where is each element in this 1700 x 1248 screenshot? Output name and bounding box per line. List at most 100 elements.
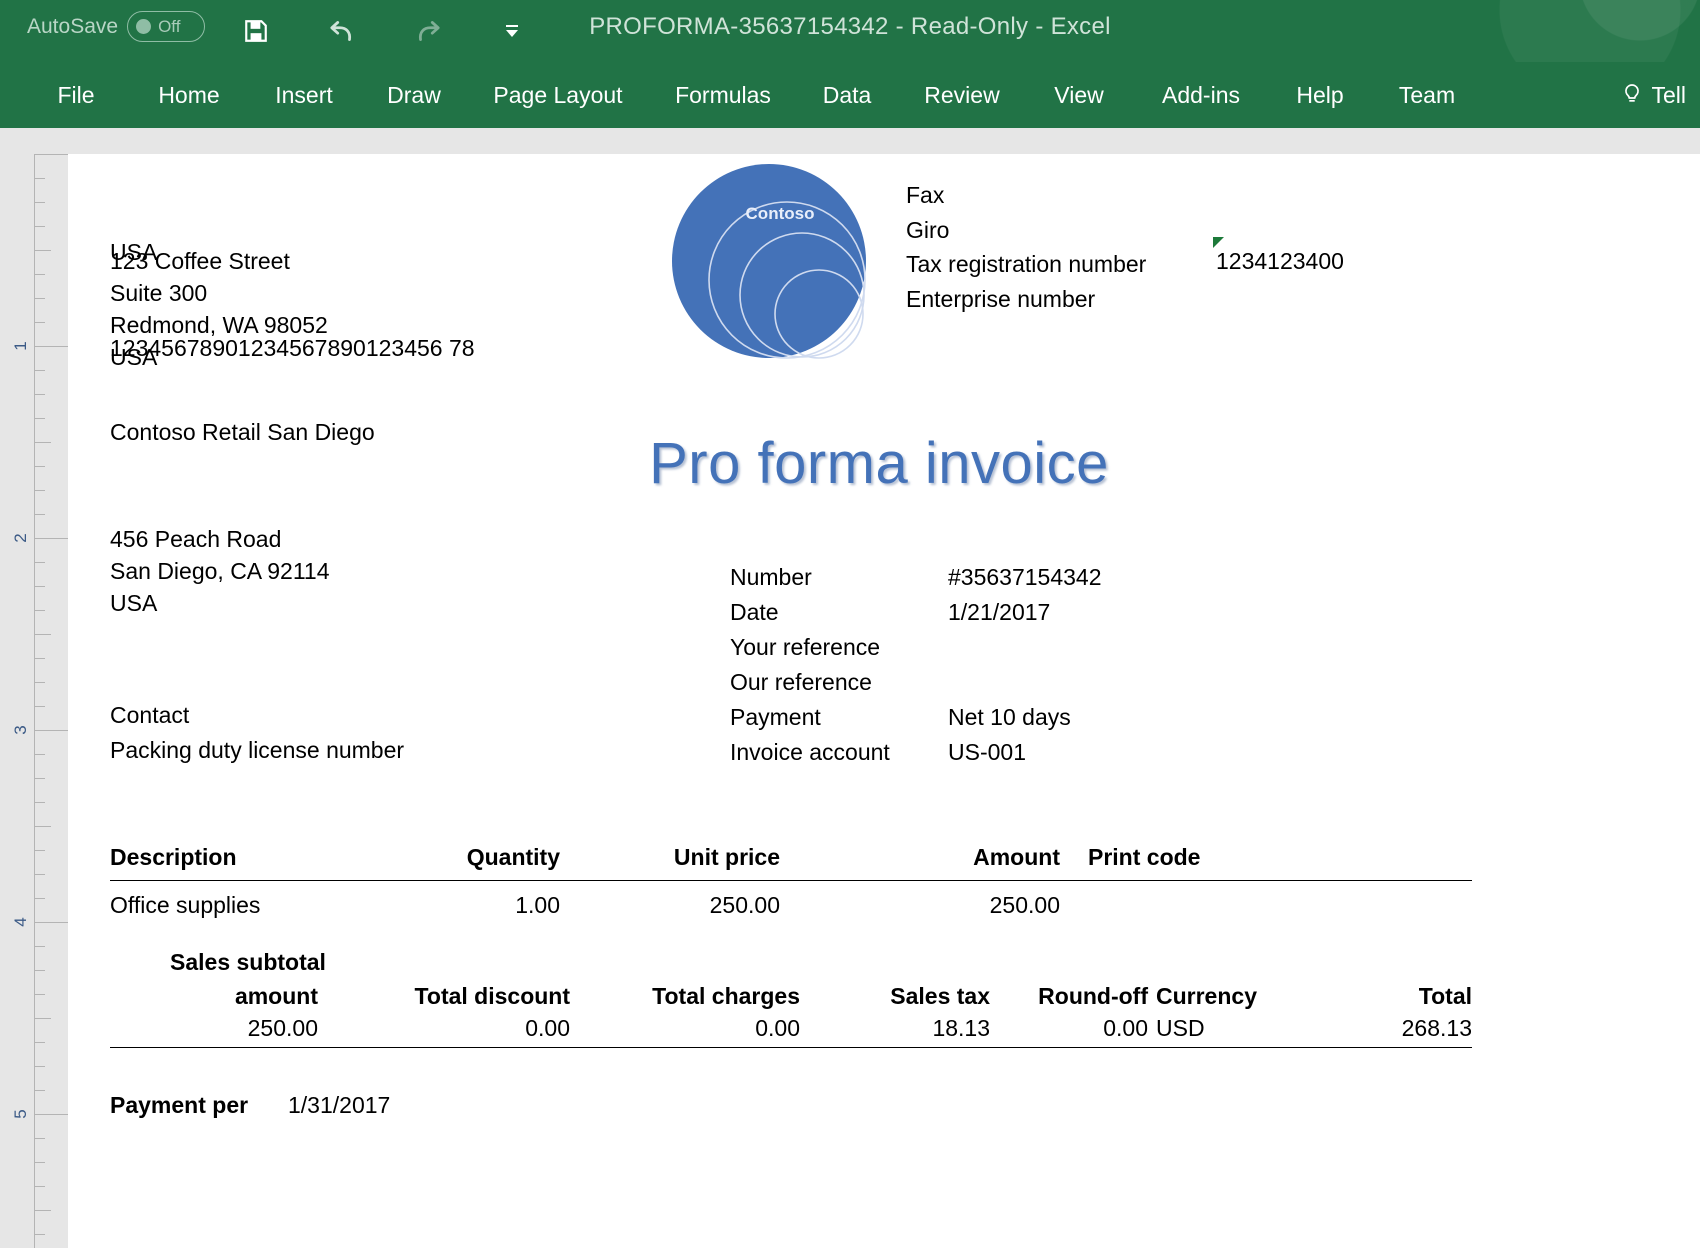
tab-review[interactable]: Review — [912, 82, 1012, 109]
ruler-tick — [34, 322, 45, 323]
buyer-address-line: USA — [110, 590, 158, 616]
column-header-description: Description — [110, 844, 237, 870]
svg-text:Contoso: Contoso — [746, 204, 815, 223]
ruler-tick — [34, 1018, 51, 1019]
totals-header-total-charges: Total charges — [652, 983, 800, 1009]
invoice-meta-value — [948, 665, 1102, 700]
tab-insert[interactable]: Insert — [262, 82, 346, 109]
tell-me-box[interactable]: Tell — [1621, 62, 1686, 128]
invoice-meta-label: Your reference — [730, 634, 881, 660]
header-rule — [110, 880, 1472, 881]
ruler-tick — [34, 250, 51, 251]
tab-home[interactable]: Home — [143, 82, 235, 109]
contact-label: Contact — [110, 702, 190, 728]
ruler-tick — [34, 1138, 45, 1139]
ruler-number: 2 — [11, 533, 30, 543]
company-info-labels: Fax Giro Tax registration number Enterprise… — [906, 178, 1146, 316]
tab-file[interactable]: File — [34, 82, 118, 109]
ruler-tick — [34, 946, 45, 947]
ruler-tick — [34, 970, 45, 971]
ruler-tick — [34, 154, 68, 155]
payment-meta-value: US-001 — [948, 739, 1026, 765]
ruler-tick — [34, 514, 45, 515]
ruler-tick — [34, 226, 45, 227]
ribbon-tab-bar: File Home Insert Draw Page Layout Formulas Dat… — [0, 62, 1700, 128]
ruler-baseline — [34, 154, 35, 1248]
totals-value-currency: USD — [1156, 1015, 1205, 1041]
ruler-number: 3 — [11, 725, 30, 735]
invoice-meta-values: #35637154342 1/21/2017 — [948, 560, 1102, 700]
packing-duty-license-label: Packing duty license number — [110, 737, 405, 763]
payment-meta-value: Net 10 days — [948, 704, 1071, 730]
ruler-tick — [34, 898, 45, 899]
tab-formulas[interactable]: Formulas — [662, 82, 784, 109]
ruler-tick — [34, 1090, 45, 1091]
ruler-tick — [34, 1042, 45, 1043]
ruler-tick — [34, 1186, 45, 1187]
tab-page-layout[interactable]: Page Layout — [482, 82, 634, 109]
contoso-logo-icon: Contoso — [672, 164, 866, 359]
ruler-tick — [34, 994, 45, 995]
ruler-tick — [34, 658, 45, 659]
tab-add-ins[interactable]: Add-ins — [1146, 82, 1256, 109]
totals-header-sales-tax: Sales tax — [890, 983, 990, 1009]
page-sheet[interactable]: USA 12345678901234567890123456 78 123 Co… — [68, 154, 1700, 1248]
tab-draw[interactable]: Draw — [375, 82, 453, 109]
totals-value-round-off: 0.00 — [1103, 1015, 1148, 1041]
ruler-tick — [34, 394, 45, 395]
payment-per-label: Payment per — [110, 1092, 249, 1118]
ruler-tick — [34, 202, 45, 203]
totals-header-total-discount: Total discount — [414, 983, 570, 1009]
ruler-tick — [34, 730, 68, 731]
ruler-tick — [34, 418, 45, 419]
ruler-tick — [34, 1234, 45, 1235]
ruler-tick — [34, 274, 45, 275]
buyer-address: 456 Peach Road San Diego, CA 92114 USA — [110, 523, 330, 619]
totals-value-total-charges: 0.00 — [755, 1015, 800, 1041]
ruler-tick — [34, 634, 51, 635]
ruler-tick — [34, 754, 45, 755]
table-row: Office supplies 1.00 250.00 250.00 — [110, 892, 1472, 928]
contoso-logo: Contoso — [669, 164, 869, 359]
ruler-tick — [34, 1162, 45, 1163]
payment-meta-values: Net 10 days US-001 — [948, 700, 1071, 770]
buyer-address-line: San Diego, CA 92114 — [110, 558, 330, 584]
tab-data[interactable]: Data — [811, 82, 883, 109]
ruler-tick — [34, 370, 45, 371]
buyer-address-line: 456 Peach Road — [110, 526, 282, 552]
ruler-tick — [34, 922, 68, 923]
cell-error-flag-icon — [1213, 237, 1224, 248]
seller-address-line: 123 Coffee Street — [110, 248, 290, 274]
ruler-tick — [34, 586, 45, 587]
tab-help[interactable]: Help — [1283, 82, 1357, 109]
cell-amount: 250.00 — [989, 892, 1060, 918]
tab-view[interactable]: View — [1041, 82, 1117, 109]
company-info-label: Fax — [906, 182, 945, 208]
vertical-ruler[interactable]: 1 2 3 4 5 — [0, 128, 68, 1248]
ruler-tick — [34, 826, 51, 827]
worksheet-area: 1 2 3 4 5 USA 12345678901234567890123456 78 … — [0, 128, 1700, 1248]
payment-meta-label: Invoice account — [730, 739, 890, 765]
invoice-meta-label: Number — [730, 564, 812, 590]
seller-address: 123 Coffee Street Suite 300 Redmond, WA 98… — [110, 245, 328, 373]
payment-per-value: 1/31/2017 — [288, 1092, 391, 1118]
totals-header-round-off: Round-off — [1038, 983, 1148, 1009]
tab-team[interactable]: Team — [1386, 82, 1468, 109]
page-top-margin — [68, 128, 1700, 154]
totals-value-total-discount: 0.00 — [525, 1015, 570, 1041]
tax-registration-number-value: 1234123400 — [1216, 248, 1344, 274]
line-items-table: Description Quantity Unit price Amount P… — [110, 844, 1472, 918]
seller-address-line: Redmond, WA 98052 — [110, 312, 328, 338]
company-info-label: Tax registration number — [906, 251, 1147, 277]
payment-meta-labels: Payment Invoice account — [730, 700, 890, 770]
totals-value-subtotal: 250.00 — [247, 1015, 318, 1041]
column-header-print-code: Print code — [1088, 844, 1201, 870]
ruler-tick — [34, 1066, 45, 1067]
ruler-tick — [34, 178, 45, 179]
ruler-tick — [34, 778, 45, 779]
invoice-meta-labels: Number Date Your reference Our reference — [730, 560, 880, 700]
payment-meta-label: Payment — [730, 704, 821, 730]
column-header-amount: Amount — [973, 844, 1060, 870]
ruler-tick — [34, 850, 45, 851]
ruler-tick — [34, 1210, 51, 1211]
